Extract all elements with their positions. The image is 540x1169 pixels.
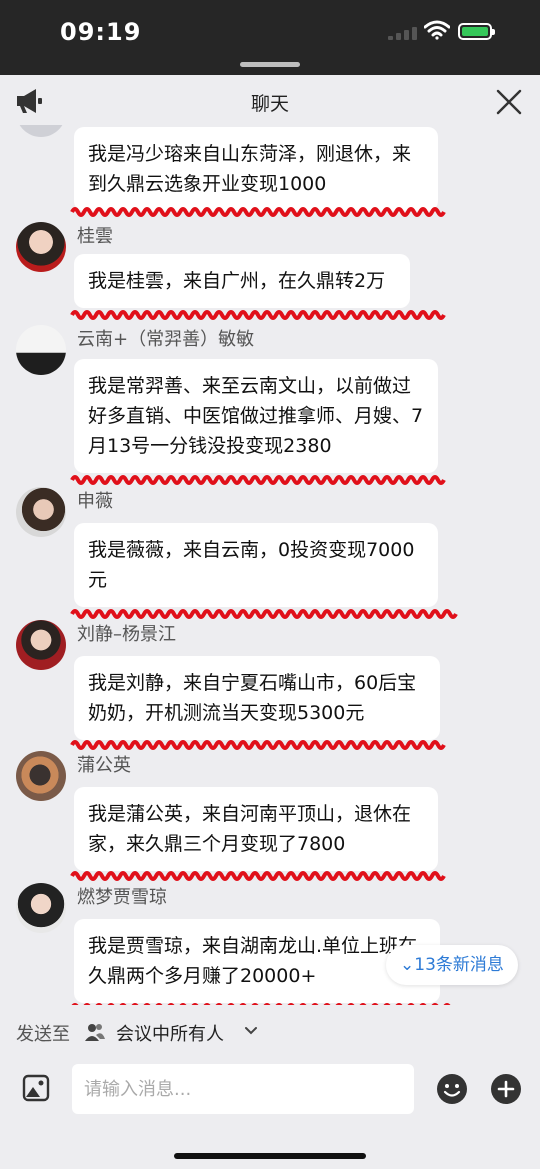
new-messages-button[interactable]: ⌄13条新消息 (386, 945, 518, 985)
close-icon[interactable] (492, 85, 526, 119)
message-bubble: 我是常羿善、来至云南文山，以前做过好多直销、中医馆做过推拿师、月嫂、7月13号一… (74, 359, 438, 473)
wifi-icon (424, 20, 450, 40)
image-icon[interactable] (22, 1074, 50, 1102)
home-indicator (174, 1153, 366, 1159)
chevron-down-icon (245, 1027, 257, 1035)
message-bubble: 我是刘静，来自宁夏石嘴山市，60后宝奶奶，开机测流当天变现5300元 (74, 656, 440, 740)
red-underline (70, 310, 446, 320)
sender-name: 蒲公英 (77, 755, 131, 776)
message-list[interactable]: 我是冯少瑢来自山东菏泽，刚退休，来到久鼎云选象开业变现1000 桂雲 我是桂雲，… (0, 125, 540, 1005)
chat-sheet: 聊天 我是冯少瑢来自山东菏泽，刚退休，来到久鼎云选象开业变现1000 桂雲 我是… (0, 75, 540, 1169)
avatar[interactable] (16, 222, 66, 272)
signal-icon (388, 26, 418, 40)
message-bubble: 我是冯少瑢来自山东菏泽，刚退休，来到久鼎云选象开业变现1000 (74, 127, 438, 211)
message-bubble: 我是贾雪琼，来自湖南龙山.单位上班在久鼎两个多月赚了20000+ (74, 919, 440, 1003)
new-messages-label: 13条新消息 (414, 955, 504, 975)
status-time: 09:19 (60, 18, 142, 46)
sender-name: 桂雲 (77, 226, 113, 247)
message-input[interactable] (72, 1064, 414, 1114)
red-underline (70, 609, 458, 619)
people-icon (85, 1024, 105, 1041)
message-bubble: 我是薇薇，来自云南，0投资变现7000元 (74, 523, 438, 607)
avatar[interactable] (16, 325, 66, 375)
avatar[interactable] (16, 487, 66, 537)
avatar[interactable] (16, 883, 66, 933)
red-underline (70, 871, 446, 881)
red-underline (70, 475, 446, 485)
red-underline (70, 740, 446, 750)
send-to-target: 会议中所有人 (116, 1024, 224, 1045)
avatar[interactable] (16, 751, 66, 801)
avatar[interactable] (16, 125, 66, 137)
message-bubble: 我是桂雲，来自广州，在久鼎转2万 (74, 254, 410, 308)
status-bar: 09:19 (0, 0, 540, 75)
chat-header: 聊天 (0, 75, 540, 129)
send-to-label: 发送至 (16, 1024, 70, 1045)
emoji-icon[interactable] (436, 1073, 468, 1105)
sender-name: 云南+（常羿善）敏敏 (77, 329, 255, 350)
sender-name: 燃梦贾雪琼 (77, 887, 167, 908)
sender-name: 刘静–杨景江 (77, 624, 176, 645)
plus-icon[interactable] (490, 1073, 522, 1105)
page-title: 聊天 (250, 93, 289, 115)
sheet-handle[interactable] (240, 62, 300, 67)
avatar[interactable] (16, 620, 66, 670)
sender-name: 申薇 (77, 491, 113, 512)
message-bubble: 我是蒲公英，来自河南平顶山，退休在家，来久鼎三个月变现了7800 (74, 787, 438, 871)
chevron-down-icon: ⌄ (400, 955, 415, 975)
red-underline (70, 207, 446, 217)
composer (0, 1060, 540, 1130)
red-underline (71, 1003, 451, 1005)
battery-icon (458, 23, 495, 40)
